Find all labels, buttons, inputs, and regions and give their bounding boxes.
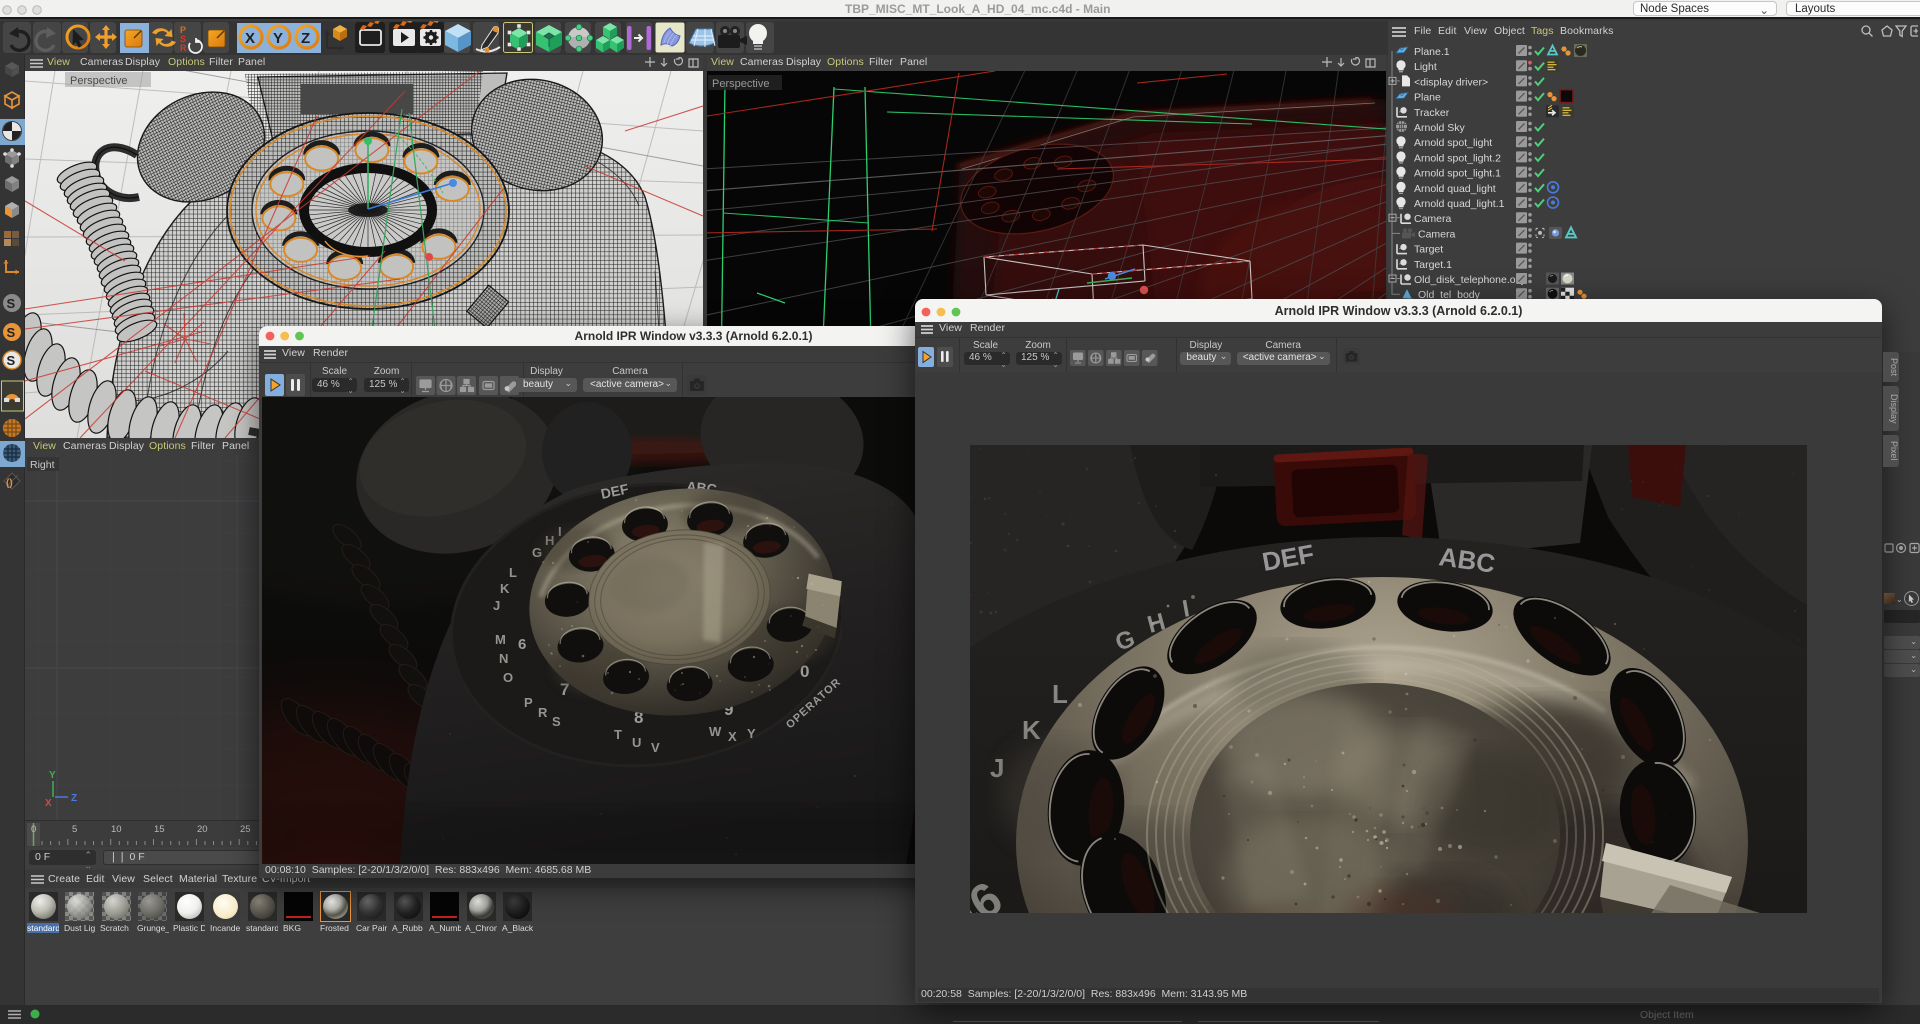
svg-text:S: S [7,296,16,311]
svg-text:J: J [990,753,1004,783]
svg-text:W: W [709,724,722,739]
svg-text:Arnold Sky: Arnold Sky [1414,122,1466,134]
svg-text:X: X [45,798,52,809]
svg-text:Y: Y [49,770,56,781]
svg-text:Tracker: Tracker [1414,107,1450,119]
svg-text:K: K [500,581,510,596]
svg-text:L: L [1052,679,1068,709]
svg-text:X: X [728,729,737,744]
svg-text:0: 0 [31,824,36,835]
svg-text:Target.1: Target.1 [1414,259,1452,271]
svg-text:K: K [1022,715,1041,745]
svg-text:Plane: Plane [1414,92,1441,104]
svg-text:T: T [614,727,622,742]
svg-text:Plane.1: Plane.1 [1414,46,1450,58]
svg-text:Old_disk_telephone.obj: Old_disk_telephone.obj [1414,274,1524,286]
svg-text:Perspective: Perspective [712,78,769,90]
svg-text:15: 15 [154,824,165,835]
svg-text:25: 25 [240,824,251,835]
svg-text:Arnold spot_light.2: Arnold spot_light.2 [1414,152,1501,164]
svg-text:20: 20 [197,824,208,835]
svg-text:L: L [509,565,517,580]
svg-text:6: 6 [518,636,526,653]
svg-text:S: S [552,714,561,729]
svg-text:<display driver>: <display driver> [1414,76,1488,88]
svg-text:10: 10 [111,824,122,835]
svg-text:S: S [7,325,16,340]
svg-text:N: N [499,651,508,666]
svg-text:J: J [493,598,500,613]
svg-text:S: S [7,353,16,368]
svg-text:Camera: Camera [1414,213,1452,225]
svg-text:R: R [180,43,187,53]
svg-text:Arnold spot_light: Arnold spot_light [1414,137,1492,149]
svg-text:V: V [651,740,660,755]
svg-text:O: O [503,670,513,685]
svg-text:X: X [245,30,255,47]
svg-text:Y: Y [747,726,756,741]
svg-text:P: P [524,695,533,710]
svg-text:Arnold spot_light.1: Arnold spot_light.1 [1414,168,1501,180]
svg-text:Camera: Camera [1418,228,1456,240]
svg-text:Target: Target [1414,244,1443,256]
svg-text:M: M [495,632,506,647]
svg-text:Arnold quad_light.1: Arnold quad_light.1 [1414,198,1505,210]
svg-text:Arnold quad_light: Arnold quad_light [1414,183,1496,195]
svg-text:5: 5 [72,824,77,835]
svg-text:R: R [538,705,548,720]
svg-text:Light: Light [1414,61,1437,73]
svg-text:Y: Y [273,30,283,47]
svg-text:Perspective: Perspective [70,75,127,87]
svg-text:Right: Right [30,459,55,471]
svg-text:Z: Z [301,30,310,47]
svg-text:(): () [6,478,13,489]
svg-text:Z: Z [71,793,77,804]
svg-text:U: U [632,735,641,750]
